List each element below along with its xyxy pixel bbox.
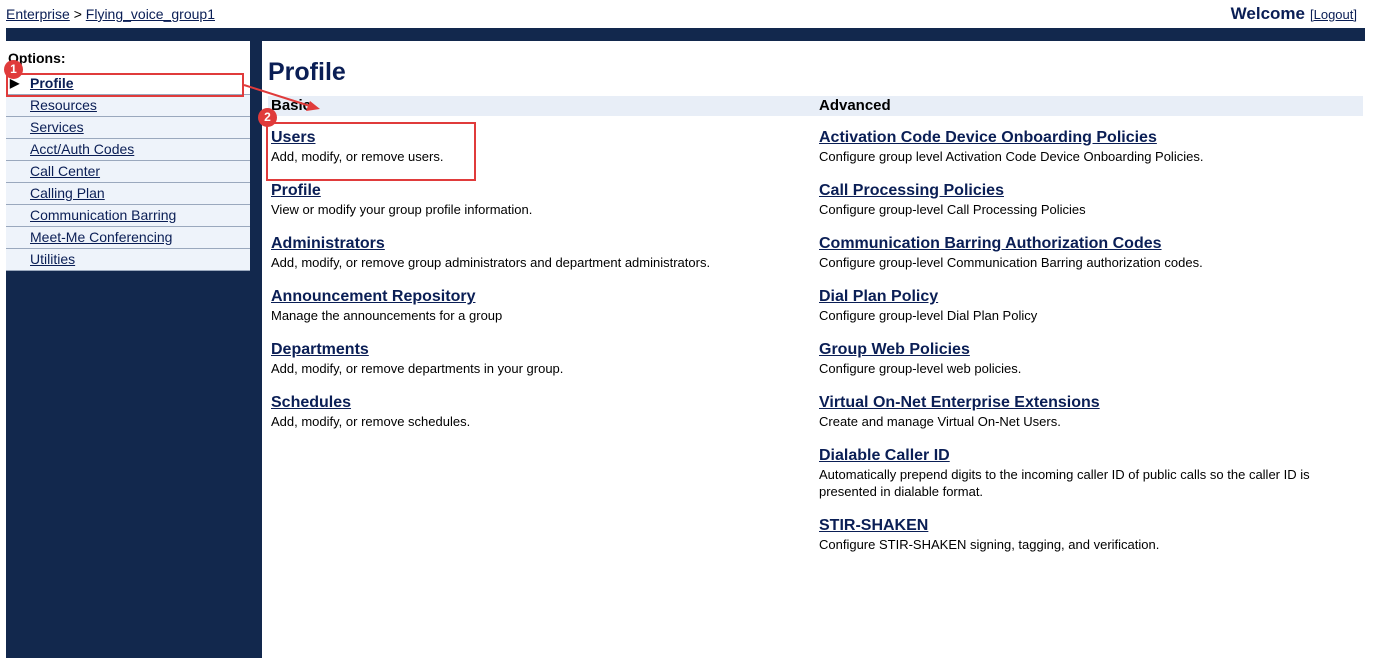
step-1-badge: 1 — [4, 60, 23, 79]
annotation-arrow-icon — [243, 84, 320, 111]
step-2-badge: 2 — [258, 108, 277, 127]
